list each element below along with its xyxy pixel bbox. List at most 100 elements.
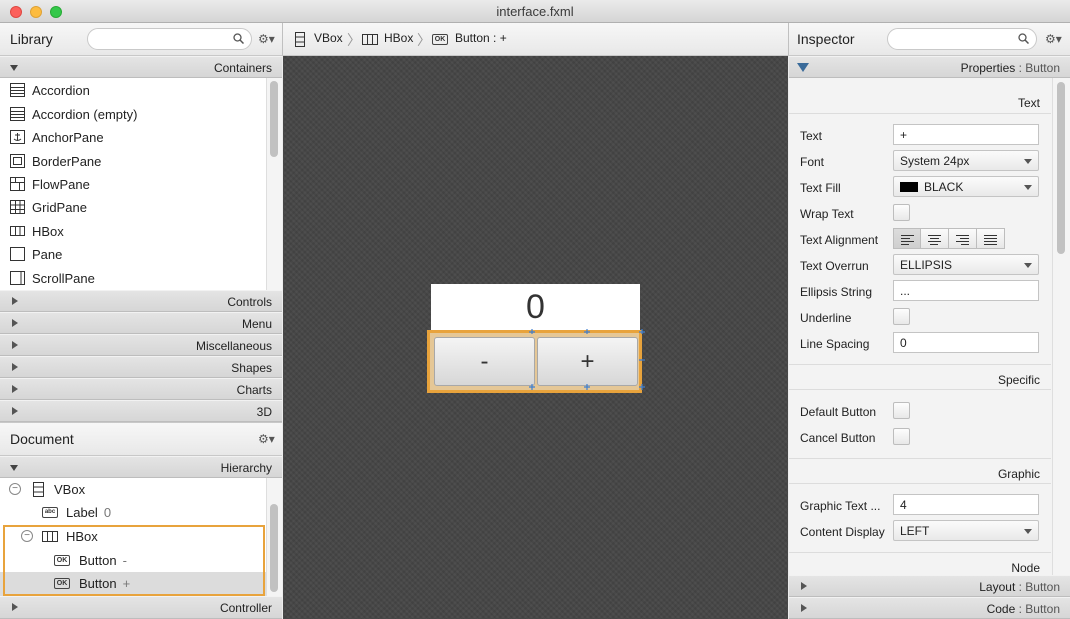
inspector-search-box[interactable] bbox=[887, 28, 1037, 50]
accordion-icon bbox=[10, 83, 25, 97]
search-icon bbox=[233, 33, 244, 44]
wrap-text-checkbox[interactable] bbox=[893, 204, 910, 221]
default-button-checkbox[interactable] bbox=[893, 402, 910, 419]
library-item-accordion[interactable]: Accordion bbox=[0, 79, 266, 102]
text-fill-picker[interactable]: BLACK bbox=[893, 176, 1039, 197]
code-target: : Button bbox=[1018, 602, 1060, 616]
section-label: Specific bbox=[997, 373, 1040, 387]
inspector-scroll-thumb[interactable] bbox=[1057, 82, 1065, 254]
properties-title: Properties : Button bbox=[961, 61, 1060, 75]
code-section[interactable]: Code : Button bbox=[789, 597, 1070, 619]
breadcrumb-vbox[interactable]: VBox bbox=[314, 31, 343, 45]
library-item-label: Pane bbox=[32, 247, 63, 262]
library-item-label: BorderPane bbox=[32, 154, 102, 169]
selection-handles[interactable] bbox=[529, 324, 645, 394]
button-ok-icon: OK bbox=[432, 34, 448, 45]
align-center-icon[interactable] bbox=[921, 228, 949, 249]
ellipsis-string-field[interactable]: ... bbox=[893, 280, 1039, 301]
containers-label: Containers bbox=[213, 61, 272, 75]
section-3d[interactable]: 3D bbox=[0, 400, 282, 422]
containers-section[interactable]: Containers bbox=[0, 56, 282, 78]
library-gear-icon[interactable]: ⚙▾ bbox=[258, 32, 275, 46]
align-justify-icon[interactable] bbox=[977, 228, 1005, 249]
document-gear-icon[interactable]: ⚙▾ bbox=[258, 432, 275, 446]
layout-section[interactable]: Layout : Button bbox=[789, 575, 1070, 597]
window-title: interface.fxml bbox=[496, 4, 574, 19]
pane-icon bbox=[10, 247, 25, 261]
document-title: Document bbox=[10, 431, 74, 447]
text-overrun-combo[interactable]: ELLIPSIS bbox=[893, 254, 1039, 275]
dropdown-arrow-icon bbox=[1024, 263, 1032, 268]
prop-wrap-text: Wrap Text bbox=[789, 201, 1051, 227]
library-scrollbar[interactable] bbox=[266, 78, 282, 290]
chevron-right-icon: 〉 bbox=[347, 32, 361, 48]
section-miscellaneous[interactable]: Miscellaneous bbox=[0, 334, 282, 356]
breadcrumb-hbox[interactable]: HBox bbox=[384, 31, 413, 45]
section-label: Text bbox=[1017, 96, 1040, 110]
prop-label: Default Button bbox=[800, 405, 877, 419]
library-item-hbox[interactable]: HBox bbox=[0, 220, 266, 243]
align-right-icon[interactable] bbox=[949, 228, 977, 249]
inspector-search-input[interactable] bbox=[898, 30, 1017, 48]
section-controls[interactable]: Controls bbox=[0, 290, 282, 312]
properties-section[interactable]: Properties : Button bbox=[789, 56, 1070, 78]
cancel-button-checkbox[interactable] bbox=[893, 428, 910, 445]
expand-triangle-icon bbox=[12, 341, 18, 349]
design-canvas[interactable]: 0 - + bbox=[283, 56, 788, 619]
line-spacing-field[interactable]: 0 bbox=[893, 332, 1039, 353]
library-item-accordion-empty[interactable]: Accordion (empty) bbox=[0, 103, 266, 126]
color-swatch bbox=[900, 182, 918, 192]
expand-triangle-icon bbox=[12, 319, 18, 327]
section-menu[interactable]: Menu bbox=[0, 312, 282, 334]
library-item-label: Accordion bbox=[32, 83, 90, 98]
preview-minus-button[interactable]: - bbox=[434, 337, 535, 386]
library-search-input[interactable] bbox=[98, 30, 229, 48]
inspector-gear-icon[interactable]: ⚙▾ bbox=[1045, 32, 1062, 46]
section-label: Node bbox=[1011, 561, 1040, 575]
library-item-gridpane[interactable]: GridPane bbox=[0, 196, 266, 219]
inspector-scrollbar[interactable] bbox=[1052, 78, 1070, 575]
breadcrumb-button[interactable]: Button : + bbox=[455, 31, 507, 45]
section-charts[interactable]: Charts bbox=[0, 378, 282, 400]
section-label: Charts bbox=[236, 383, 272, 397]
dropdown-arrow-icon bbox=[1024, 185, 1032, 190]
section-text: Text bbox=[789, 88, 1051, 114]
prop-line-spacing: Line Spacing 0 bbox=[789, 331, 1051, 357]
content-display-value: LEFT bbox=[900, 524, 930, 538]
section-label: Controls bbox=[227, 295, 272, 309]
collapse-icon[interactable]: − bbox=[9, 483, 21, 495]
prop-text-alignment: Text Alignment bbox=[789, 227, 1051, 253]
library-item-borderpane[interactable]: BorderPane bbox=[0, 150, 266, 173]
tree-row-label[interactable]: abc Label 0 bbox=[0, 501, 266, 525]
controller-section[interactable]: Controller bbox=[0, 596, 282, 619]
library-item-label: HBox bbox=[32, 224, 64, 239]
library-item-label: AnchorPane bbox=[32, 130, 104, 145]
align-left-icon[interactable] bbox=[893, 228, 921, 249]
library-header: Library ⚙▾ bbox=[0, 23, 282, 56]
font-combo[interactable]: System 24px bbox=[893, 150, 1039, 171]
library-item-anchorpane[interactable]: AnchorPane bbox=[0, 126, 266, 149]
library-list: Accordion Accordion (empty) AnchorPane B… bbox=[0, 78, 282, 290]
library-item-pane[interactable]: Pane bbox=[0, 243, 266, 266]
tree-row-vbox[interactable]: − VBox bbox=[0, 478, 266, 502]
library-item-flowpane[interactable]: FlowPane bbox=[0, 173, 266, 196]
code-title: Code : Button bbox=[987, 602, 1060, 616]
text-field[interactable]: + bbox=[893, 124, 1039, 145]
library-search-box[interactable] bbox=[87, 28, 252, 50]
prop-label: Underline bbox=[800, 311, 852, 325]
library-item-scrollpane[interactable]: ScrollPane bbox=[0, 267, 266, 290]
tree-node-sub: 0 bbox=[103, 505, 112, 520]
collapse-triangle-icon bbox=[10, 465, 18, 471]
section-graphic: Graphic bbox=[789, 458, 1051, 484]
hierarchy-scrollbar[interactable] bbox=[266, 478, 282, 596]
hierarchy-tree: − VBox abc Label 0 − HBox OK Button - OK B… bbox=[0, 478, 282, 596]
section-shapes[interactable]: Shapes bbox=[0, 356, 282, 378]
hierarchy-section[interactable]: Hierarchy bbox=[0, 456, 282, 478]
library-scroll-thumb[interactable] bbox=[270, 81, 278, 157]
preview-label[interactable]: 0 bbox=[431, 288, 640, 327]
hierarchy-scroll-thumb[interactable] bbox=[270, 504, 278, 592]
prop-label: Wrap Text bbox=[800, 207, 854, 221]
content-display-combo[interactable]: LEFT bbox=[893, 520, 1039, 541]
graphic-text-gap-field[interactable]: 4 bbox=[893, 494, 1039, 515]
underline-checkbox[interactable] bbox=[893, 308, 910, 325]
